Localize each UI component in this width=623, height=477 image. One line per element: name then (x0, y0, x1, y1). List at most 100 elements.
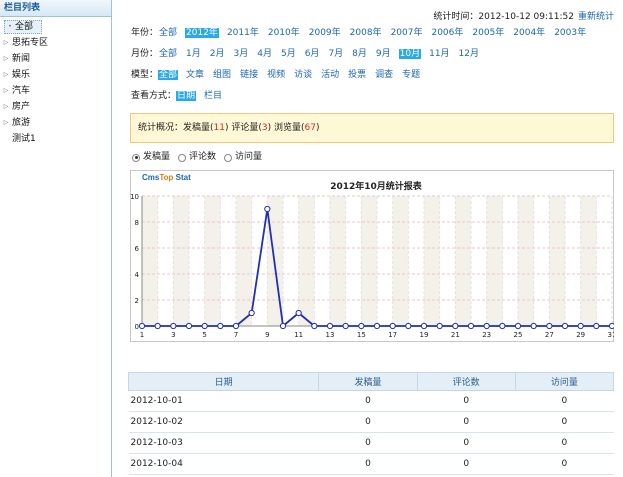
chart-data-point (577, 322, 584, 330)
month-option[interactable]: 4月 (256, 49, 273, 59)
chart-x-tick-label: 25 (514, 331, 523, 339)
chart-data-point (483, 322, 490, 330)
month-option[interactable]: 10月 (398, 49, 422, 59)
model-option[interactable]: 专题 (401, 70, 421, 80)
chart-data-point (138, 322, 146, 330)
chart-y-tick-label: 10 (130, 193, 139, 201)
month-option[interactable]: 1月 (185, 49, 202, 59)
year-option[interactable]: 2012年 (185, 28, 219, 38)
summary-posts-value: 11 (213, 123, 225, 133)
sidebar-item-label: 娱乐 (12, 70, 31, 80)
model-filter: 模型：全部 文章 组图 链接 视频 访谈 活动 投票 调查 专题 (131, 68, 428, 82)
chart-data-point (499, 322, 506, 330)
sidebar-item[interactable]: ▷ 旅游 (0, 116, 111, 130)
year-option[interactable]: 2009年 (308, 28, 342, 38)
year-option[interactable]: 2003年 (553, 28, 587, 38)
year-filter-label: 年份： (131, 28, 159, 38)
year-option[interactable]: 2011年 (226, 28, 260, 38)
sidebar-item[interactable]: ▷ 思拓专区 (0, 36, 111, 50)
radio-circle-icon[interactable] (132, 153, 140, 162)
expand-arrow-icon[interactable]: ▷ (0, 68, 12, 82)
sidebar-item[interactable]: ▷ 房产 (0, 100, 111, 114)
chart-x-tick-label: 5 (202, 331, 206, 339)
metric-radio-label: 发稿量 (143, 152, 171, 162)
expand-arrow-icon[interactable]: ▷ (0, 84, 12, 98)
expand-arrow-icon[interactable]: ▷ (0, 36, 12, 50)
summary-comments-label: ) 评论量( (224, 123, 262, 133)
month-option[interactable]: 全部 (158, 49, 178, 59)
year-option[interactable]: 2004年 (512, 28, 546, 38)
model-option[interactable]: 文章 (185, 70, 205, 80)
year-option[interactable]: 2008年 (349, 28, 383, 38)
view-option[interactable]: 栏目 (203, 91, 223, 101)
month-option[interactable]: 8月 (351, 49, 368, 59)
metric-radio[interactable]: 访问量 (224, 151, 262, 164)
month-option[interactable]: 7月 (327, 49, 344, 59)
year-option[interactable]: 2006年 (430, 28, 464, 38)
view-option[interactable]: 日期 (176, 91, 197, 101)
sidebar-item[interactable]: ▷ 新闻 (0, 52, 111, 66)
sidebar-item[interactable]: 测试1 (0, 132, 111, 146)
year-option[interactable]: 2010年 (267, 28, 301, 38)
model-option[interactable]: 链接 (239, 70, 259, 80)
chart-data-point (170, 322, 177, 330)
chart-svg: CmsTop Stat2012年10月统计报表02468101 3 5 7 9 11 13 1… (130, 170, 614, 342)
metric-radio[interactable]: 发稿量 (132, 151, 170, 164)
refresh-stats-link[interactable]: 重新统计 (578, 12, 614, 22)
table-row: 2012-10-01 0 0 0 (128, 390, 614, 412)
month-filter: 月份：全部 1月 2月 3月 4月 5月 6月 7月 8月 9月 10月 11月 12月 (131, 47, 487, 61)
view-filter-label: 查看方式： (131, 91, 177, 101)
month-filter-label: 月份： (131, 49, 159, 59)
month-option[interactable]: 2月 (209, 49, 226, 59)
chart-band (142, 196, 158, 326)
expand-arrow-icon[interactable]: ▷ (0, 116, 12, 130)
chart-data-point (279, 322, 287, 330)
model-option[interactable]: 投票 (347, 70, 367, 80)
sidebar-item[interactable]: ▷ 汽车 (0, 84, 111, 98)
model-option[interactable]: 访谈 (293, 70, 313, 80)
table-cell: 2012-10-01 (128, 390, 319, 412)
stat-time-label: 统计时间： (433, 12, 479, 22)
stats-summary: 统计概况：发稿量(11) 评论量(3) 浏览量(67) (130, 113, 614, 143)
sidebar-item[interactable]: ▷ 娱乐 (0, 68, 111, 82)
summary-views-value: 67 (304, 123, 316, 133)
chart-y-tick-label: 6 (135, 245, 140, 253)
expand-arrow-icon[interactable]: ▷ (0, 52, 12, 66)
month-option[interactable]: 11月 (428, 49, 450, 59)
expand-arrow-icon[interactable]: ▷ (0, 100, 12, 114)
chart-brand-part: Cms (142, 173, 160, 182)
month-option[interactable]: 6月 (304, 49, 321, 59)
chart-data-point (232, 322, 240, 330)
month-option[interactable]: 5月 (280, 49, 297, 59)
model-option[interactable]: 活动 (320, 70, 340, 80)
chart-x-tick-label: 11 (294, 331, 303, 339)
model-option[interactable]: 组图 (212, 70, 232, 80)
chart-band (580, 196, 597, 326)
month-option[interactable]: 3月 (233, 49, 250, 59)
table-column-header: 日期 (127, 372, 320, 391)
model-option[interactable]: 调查 (374, 70, 394, 80)
sidebar-item[interactable]: • 全部 (4, 20, 42, 34)
year-option[interactable]: 2005年 (471, 28, 505, 38)
table-cell: 0 (515, 411, 614, 433)
sidebar-item-label: 汽车 (12, 86, 31, 96)
year-option[interactable]: 2007年 (390, 28, 424, 38)
radio-circle-icon[interactable] (224, 153, 233, 162)
month-option[interactable]: 12月 (458, 49, 480, 59)
chart-x-tick-label: 19 (420, 331, 429, 339)
metric-radio[interactable]: 评论数 (178, 151, 216, 164)
metric-radio-label: 访问量 (235, 152, 263, 162)
chart-y-tick-label: 8 (135, 219, 139, 227)
sidebar: 栏目列表 • 全部 ▷ 思拓专区 ▷ 新闻 ▷ 娱乐 ▷ 汽车 ▷ 房产 ▷ 旅游 测试1 (0, 0, 112, 477)
month-option[interactable]: 9月 (375, 49, 392, 59)
chart-band (549, 196, 565, 326)
chart-x-tick-label: 15 (357, 331, 366, 339)
year-option[interactable]: 全部 (158, 28, 178, 38)
chart-data-point (217, 322, 224, 330)
model-option[interactable]: 视频 (266, 70, 286, 80)
table-row: 2012-10-04 0 0 0 (128, 453, 614, 475)
model-option[interactable]: 全部 (158, 70, 179, 80)
chart-x-tick-label: 9 (265, 331, 269, 339)
sidebar-item-label: 旅游 (12, 118, 31, 128)
radio-circle-icon[interactable] (178, 153, 187, 162)
